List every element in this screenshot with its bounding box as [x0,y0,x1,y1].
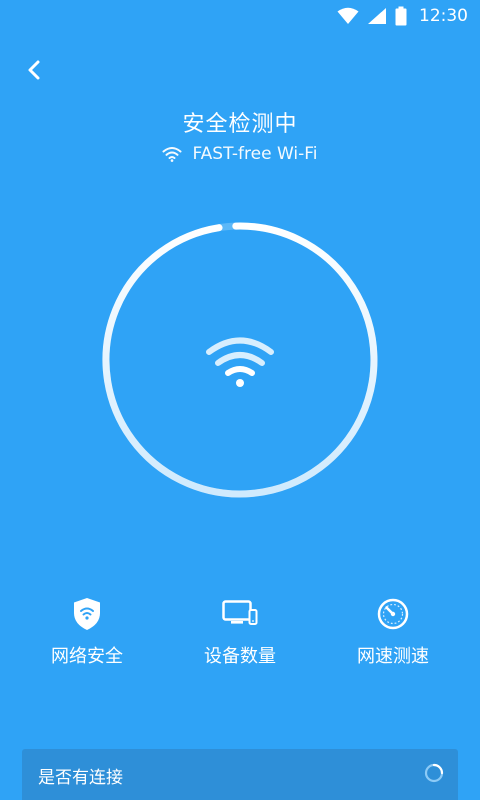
status-time: 12:30 [419,6,468,26]
wifi-icon [162,147,182,162]
shield-wifi-icon [74,598,100,630]
page-title: 安全检测中 [182,112,298,137]
feature-speed-test[interactable]: 网速测速 [323,596,463,668]
feature-label: 网速测速 [357,646,429,667]
feature-row: 网络安全 设备数量 网速测速 [0,596,480,676]
status-bar: 12:30 [0,0,480,32]
chevron-left-icon [28,60,40,80]
battery-icon [395,6,407,26]
speedometer-icon [377,598,409,630]
security-check-screen: 12:30 安全检测中 FAST-free Wi-Fi 网络安全 设备数量 网速… [0,0,480,800]
back-button[interactable] [18,54,50,86]
loading-spinner-icon [424,763,444,783]
check-item-label: 是否有连接 [38,768,123,788]
ssid-row: FAST-free Wi-Fi [0,144,480,164]
wifi-icon [206,337,274,387]
cell-signal-icon [368,8,386,24]
feature-label: 网络安全 [51,646,123,667]
feature-label: 设备数量 [204,646,276,667]
devices-icon [222,600,258,625]
check-item-connection[interactable]: 是否有连接 [22,749,458,800]
feature-device-count[interactable]: 设备数量 [170,596,310,668]
status-icons: 12:30 [337,4,468,28]
wifi-signal-icon [337,7,359,24]
ssid-name: FAST-free Wi-Fi [192,144,318,164]
feature-network-security[interactable]: 网络安全 [17,596,157,668]
